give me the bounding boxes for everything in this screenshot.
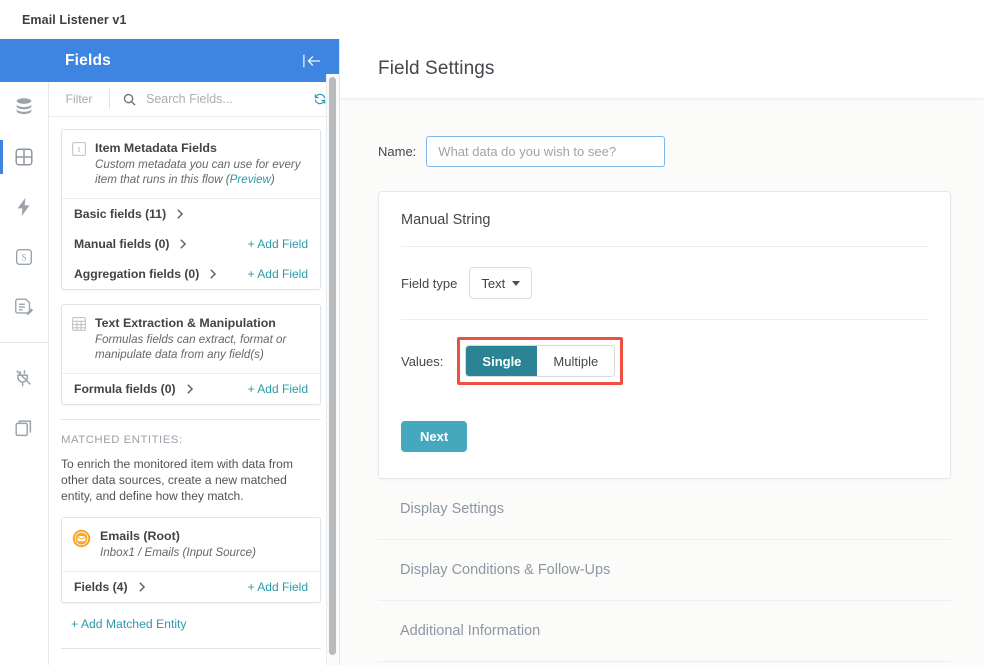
field-settings-card-title: Manual String: [379, 192, 950, 246]
flow-title: Email Listener v1: [22, 13, 127, 27]
database-icon: [13, 96, 35, 118]
add-field-link[interactable]: + Add Field: [248, 382, 308, 396]
main-content: Field Settings Name: Manual String Field…: [340, 39, 984, 665]
entity-title: Emails (Root): [100, 528, 256, 544]
matched-entity-card: Emails (Root) Inbox1 / Emails (Input Sou…: [61, 517, 321, 603]
field-type-row: Field type Text: [379, 247, 950, 319]
row-label: Basic fields (11): [74, 207, 166, 221]
top-bar: Email Listener v1: [0, 0, 984, 39]
entity-subtitle: Inbox1 / Emails (Input Source): [100, 545, 256, 560]
fields-panel: Fields Filter: [49, 39, 340, 665]
matched-entities-description: To enrich the monitored item with data f…: [61, 456, 321, 504]
plug-icon: [13, 367, 35, 389]
basic-fields-row[interactable]: Basic fields (11): [62, 199, 320, 229]
search-icon: [122, 92, 137, 107]
add-matched-entity-link[interactable]: + Add Matched Entity: [61, 617, 321, 631]
collapse-left-icon[interactable]: [301, 52, 327, 70]
main-body: Name: Manual String Field type Text Valu…: [340, 98, 984, 665]
refresh-icon[interactable]: [313, 92, 327, 106]
section-divider: [61, 419, 321, 420]
section-additional-information[interactable]: Additional Information: [378, 601, 951, 662]
rail-item-integrations[interactable]: [0, 353, 49, 403]
card-description: Custom metadata you can use for every it…: [95, 157, 308, 187]
filter-label[interactable]: Filter: [49, 89, 110, 109]
field-type-dropdown[interactable]: Text: [469, 267, 532, 299]
card-description: Formulas fields can extract, format or m…: [95, 332, 308, 362]
manual-fields-row[interactable]: Manual fields (0) + Add Field: [62, 229, 320, 259]
app-body: S: [0, 39, 984, 665]
chevron-right-icon[interactable]: [175, 208, 184, 220]
section-display-conditions[interactable]: Display Conditions & Follow-Ups: [378, 540, 951, 601]
svg-text:S: S: [21, 253, 26, 263]
formula-fields-row[interactable]: Formula fields (0) + Add Field: [62, 374, 320, 404]
search-input[interactable]: [146, 92, 307, 106]
rail-header-block: [0, 39, 49, 82]
name-field-row: Name:: [378, 136, 951, 167]
svg-text:I: I: [78, 145, 81, 154]
chevron-right-icon[interactable]: [178, 238, 187, 250]
add-field-link[interactable]: + Add Field: [248, 580, 308, 594]
fields-panel-title: Fields: [65, 52, 111, 70]
name-label: Name:: [378, 144, 416, 159]
values-option-single[interactable]: Single: [466, 346, 537, 376]
page-title: Field Settings: [378, 58, 495, 80]
add-field-link[interactable]: + Add Field: [248, 237, 308, 251]
card-header: Emails (Root) Inbox1 / Emails (Input Sou…: [62, 518, 320, 572]
preview-link[interactable]: Preview: [230, 173, 271, 186]
rail-item-data-sources[interactable]: [0, 82, 49, 132]
row-label: Formula fields (0): [74, 382, 176, 396]
rail-divider: [0, 342, 49, 343]
next-button-wrap: Next: [379, 405, 950, 478]
fields-scrollbar-thumb[interactable]: [329, 77, 336, 655]
fields-list-scroll-area: I Item Metadata Fields Custom metadata y…: [49, 117, 339, 665]
chevron-right-icon[interactable]: [137, 581, 146, 593]
rail-item-forms[interactable]: [0, 282, 49, 332]
card-title: Item Metadata Fields: [95, 140, 308, 156]
row-label: Fields (4): [74, 580, 128, 594]
row-label: Manual fields (0): [74, 237, 169, 251]
aggregation-fields-row[interactable]: Aggregation fields (0) + Add Field: [62, 259, 320, 289]
values-segmented-control: Single Multiple: [465, 345, 615, 377]
panel-bottom-divider: [61, 648, 321, 656]
field-type-label: Field type: [401, 276, 457, 291]
document-edit-icon: [13, 296, 35, 318]
values-row: Values: Single Multiple: [379, 320, 950, 405]
card-header: Text Extraction & Manipulation Formulas …: [62, 305, 320, 374]
chevron-right-icon[interactable]: [185, 383, 194, 395]
envelope-circle-icon: [72, 529, 91, 560]
rail-item-versions[interactable]: [0, 403, 49, 453]
filter-search-row: Filter: [49, 82, 339, 117]
left-icon-rail: S: [0, 39, 49, 665]
fields-panel-header: Fields: [49, 39, 339, 82]
field-type-value: Text: [481, 276, 505, 291]
table-grid-icon: [72, 317, 86, 362]
item-metadata-fields-card: I Item Metadata Fields Custom metadata y…: [61, 129, 321, 290]
rail-item-fields[interactable]: [0, 132, 49, 182]
chevron-down-icon: [512, 281, 520, 286]
lightning-icon: [13, 196, 35, 218]
grid-icon: [13, 146, 35, 168]
rail-item-automations[interactable]: [0, 182, 49, 232]
layers-icon: [13, 417, 35, 439]
italic-i-box-icon: I: [72, 142, 86, 187]
chevron-right-icon[interactable]: [208, 268, 217, 280]
name-input[interactable]: [426, 136, 665, 167]
next-button[interactable]: Next: [401, 421, 467, 452]
rail-item-scripts[interactable]: S: [0, 232, 49, 282]
values-toggle-annotation: Single Multiple: [457, 337, 623, 385]
main-header: Field Settings: [340, 39, 984, 98]
section-display-settings[interactable]: Display Settings: [378, 479, 951, 540]
add-field-link[interactable]: + Add Field: [248, 267, 308, 281]
values-label: Values:: [401, 354, 443, 369]
card-description-tail: ): [271, 173, 275, 186]
matched-entities-caption: MATCHED ENTITIES:: [61, 434, 321, 446]
row-label: Aggregation fields (0): [74, 267, 199, 281]
text-extraction-card: Text Extraction & Manipulation Formulas …: [61, 304, 321, 405]
s-box-icon: S: [13, 246, 35, 268]
card-title: Text Extraction & Manipulation: [95, 315, 308, 331]
card-header: I Item Metadata Fields Custom metadata y…: [62, 130, 320, 199]
entity-fields-row[interactable]: Fields (4) + Add Field: [62, 572, 320, 602]
values-option-multiple[interactable]: Multiple: [537, 346, 614, 376]
field-settings-card: Manual String Field type Text Values: Si…: [378, 191, 951, 479]
